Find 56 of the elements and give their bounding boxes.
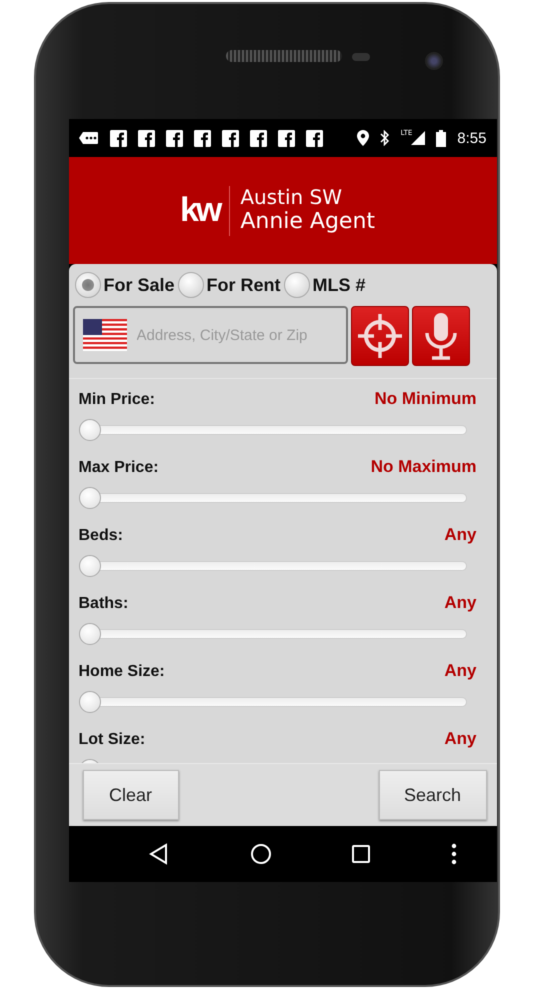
overflow-menu-icon[interactable] bbox=[450, 843, 457, 865]
filter-label: Lot Size: bbox=[78, 731, 146, 749]
filter-value: No Minimum bbox=[374, 389, 476, 409]
filter-value: Any bbox=[444, 729, 476, 749]
filter-label: Home Size: bbox=[78, 663, 165, 681]
radio-label[interactable]: For Sale bbox=[104, 274, 175, 296]
clear-button[interactable]: Clear bbox=[82, 770, 178, 820]
filter-label: Min Price: bbox=[78, 391, 155, 409]
address-field[interactable]: Address, City/State or Zip bbox=[72, 306, 348, 364]
facebook-icon bbox=[194, 130, 210, 146]
filter-label: Baths: bbox=[78, 595, 128, 613]
microphone-button[interactable] bbox=[412, 306, 470, 366]
office-name: Austin SW bbox=[240, 186, 344, 210]
battery-icon bbox=[436, 130, 446, 146]
facebook-icon bbox=[166, 130, 182, 146]
radio-label[interactable]: MLS # bbox=[312, 274, 366, 296]
range-slider[interactable] bbox=[78, 419, 466, 441]
clock-time: 8:55 bbox=[457, 130, 486, 146]
range-slider[interactable] bbox=[78, 487, 466, 509]
filter-value: Any bbox=[444, 525, 476, 545]
facebook-icon bbox=[250, 130, 266, 146]
search-button[interactable]: Search bbox=[378, 770, 486, 820]
slider-thumb[interactable] bbox=[78, 623, 100, 645]
filter-value: Any bbox=[444, 593, 476, 613]
signal-icon bbox=[411, 131, 426, 145]
recent-apps-icon[interactable] bbox=[351, 844, 372, 864]
facebook-icon bbox=[278, 130, 294, 146]
radio-label[interactable]: For Rent bbox=[206, 274, 281, 296]
message-icon bbox=[78, 131, 98, 145]
filter-label: Beds: bbox=[78, 527, 123, 545]
filter-label: Max Price: bbox=[78, 459, 159, 477]
filter-value: Any bbox=[444, 661, 476, 681]
home-icon[interactable] bbox=[250, 843, 272, 865]
camera-lens bbox=[424, 52, 442, 70]
locate-button[interactable] bbox=[350, 306, 408, 366]
slider-thumb[interactable] bbox=[78, 487, 100, 509]
facebook-icon bbox=[138, 130, 154, 146]
crosshair-icon bbox=[356, 312, 404, 360]
brand-logo: kw bbox=[180, 191, 220, 230]
radio-button[interactable] bbox=[74, 272, 100, 298]
facebook-icon bbox=[222, 130, 238, 146]
bluetooth-icon bbox=[380, 130, 390, 146]
agent-name: Annie Agent bbox=[240, 209, 376, 235]
facebook-icon bbox=[306, 130, 322, 146]
range-slider[interactable] bbox=[78, 623, 466, 645]
radio-button[interactable] bbox=[178, 272, 204, 298]
location-pin-icon bbox=[356, 130, 369, 146]
filter-value: No Maximum bbox=[370, 457, 476, 477]
flag-icon bbox=[82, 319, 126, 351]
slider-thumb[interactable] bbox=[78, 419, 100, 441]
slider-thumb[interactable] bbox=[78, 691, 100, 713]
facebook-icon bbox=[110, 130, 126, 146]
range-slider[interactable] bbox=[78, 555, 466, 577]
slider-thumb[interactable] bbox=[78, 555, 100, 577]
radio-button[interactable] bbox=[284, 272, 310, 298]
range-slider[interactable] bbox=[78, 691, 466, 713]
